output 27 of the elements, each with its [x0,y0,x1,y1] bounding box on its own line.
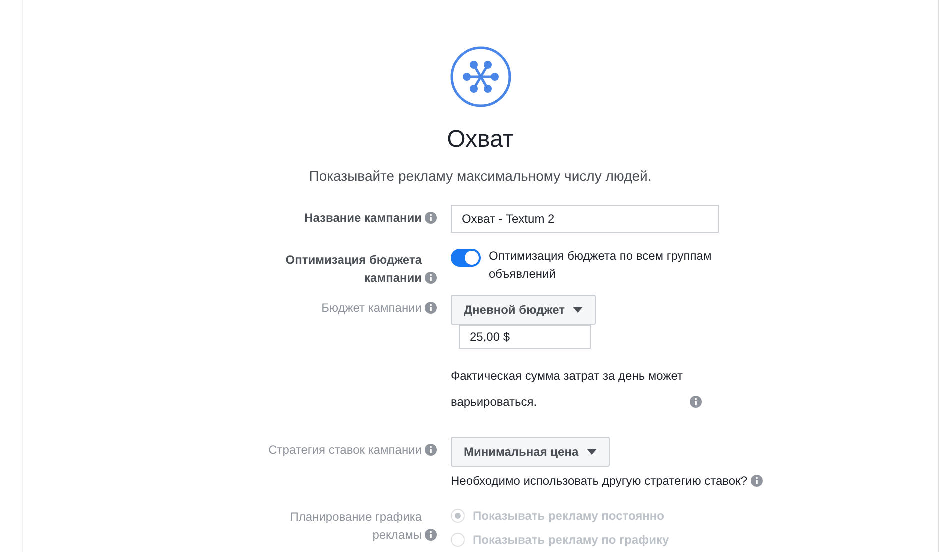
dropdown-button[interactable]: Минимальная цена [451,437,610,467]
amount-field[interactable]: 25,00 $ [459,325,591,349]
radio-label: Показывать рекламу по графику [473,532,670,549]
field-label: Оптимизация бюджета кампании [284,252,422,287]
field-label: Название кампании [304,210,422,227]
info-icon[interactable] [750,475,763,487]
field-label: Стратегия ставок кампании [268,442,422,459]
text-field[interactable]: Охват - Textum 2 [451,205,719,233]
info-icon[interactable] [690,396,702,408]
help-text: Фактическая сумма затрат за день может варьироваться. [451,368,684,411]
field-label: Бюджет кампании [322,300,422,317]
radio-label: Показывать рекламу постоянно [473,508,664,525]
info-icon[interactable] [425,302,437,314]
help-text: Необходимо использовать другую стратегию ставок? [451,473,748,490]
info-icon[interactable] [425,529,437,541]
toggle-label: Оптимизация бюджета по всем группам объявлений [489,248,713,283]
caret-icon [586,449,597,455]
caret-icon [573,307,583,313]
info-icon[interactable] [425,444,437,456]
page-title: Охват [447,125,514,155]
dropdown-button[interactable]: Дневной бюджет [451,295,596,325]
reach-icon [450,46,512,108]
field-label: Планирование графика рекламы [289,509,422,544]
info-icon[interactable] [425,212,437,224]
info-icon[interactable] [425,272,437,284]
page-subtitle: Показывайте рекламу максимальному числу людей. [309,167,652,186]
toggle-switch[interactable] [451,249,481,267]
